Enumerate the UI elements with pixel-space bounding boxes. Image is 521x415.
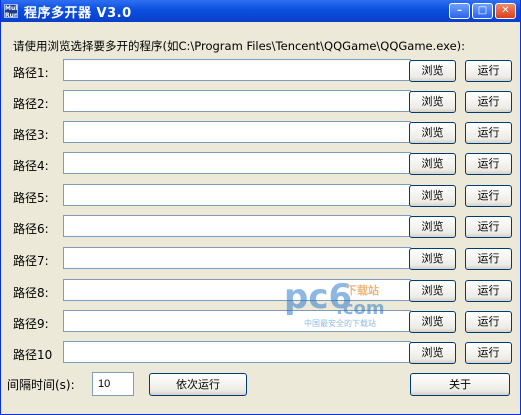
path-label: 路径3:	[13, 128, 49, 142]
sequential-run-button[interactable]: 依次运行	[149, 373, 247, 396]
run-button-1[interactable]: 运行	[465, 60, 512, 82]
close-button[interactable]: ✕	[495, 3, 516, 19]
run-button-6[interactable]: 运行	[465, 216, 512, 238]
path-label: 路径7:	[13, 254, 49, 268]
path-input-5[interactable]	[63, 184, 411, 206]
path-input-7[interactable]	[63, 247, 411, 269]
path-label: 路径4:	[13, 159, 49, 173]
run-button-10[interactable]: 运行	[465, 342, 512, 364]
title-bar[interactable]: Mult Run 程序多开器 V3.0 – □ ✕	[1, 0, 520, 22]
run-button-4[interactable]: 运行	[465, 153, 512, 175]
path-input-10[interactable]	[63, 341, 411, 363]
browse-button-6[interactable]: 浏览	[409, 216, 456, 238]
watermark-subtitle: 中国最安全的下载站	[304, 319, 376, 328]
path-input-4[interactable]	[63, 152, 411, 174]
path-label: 路径6:	[13, 222, 49, 236]
path-row-9: 路径9: 浏览 运行	[13, 310, 513, 334]
path-row-5: 路径5: 浏览 运行	[13, 184, 513, 208]
browse-button-3[interactable]: 浏览	[409, 122, 456, 144]
path-row-2: 路径2: 浏览 运行	[13, 90, 513, 114]
path-input-1[interactable]	[63, 59, 411, 81]
path-row-10: 路径10 浏览 运行	[13, 341, 513, 365]
browse-button-4[interactable]: 浏览	[409, 153, 456, 175]
run-button-8[interactable]: 运行	[465, 280, 512, 302]
path-row-1: 路径1: 浏览 运行	[13, 59, 513, 83]
run-button-3[interactable]: 运行	[465, 122, 512, 144]
browse-button-5[interactable]: 浏览	[409, 185, 456, 207]
browse-button-2[interactable]: 浏览	[409, 91, 456, 113]
path-row-3: 路径3: 浏览 运行	[13, 121, 513, 145]
instruction-text: 请使用浏览选择要多开的程序(如C:\Program Files\Tencent\…	[13, 39, 466, 53]
maximize-button[interactable]: □	[472, 3, 493, 19]
path-label: 路径2:	[13, 97, 49, 111]
interval-input[interactable]	[92, 372, 134, 396]
path-row-7: 路径7: 浏览 运行	[13, 247, 513, 271]
window-controls: – □ ✕	[449, 3, 516, 19]
run-button-2[interactable]: 运行	[465, 91, 512, 113]
run-button-7[interactable]: 运行	[465, 248, 512, 270]
path-label: 路径5:	[13, 191, 49, 205]
path-input-6[interactable]	[63, 215, 411, 237]
path-label: 路径8:	[13, 286, 49, 300]
interval-label: 间隔时间(s):	[7, 378, 75, 392]
about-button[interactable]: 关于	[410, 373, 510, 396]
path-input-2[interactable]	[63, 90, 411, 112]
path-input-3[interactable]	[63, 121, 411, 143]
watermark-com: .com	[336, 298, 385, 319]
app-window: Mult Run 程序多开器 V3.0 – □ ✕ 请使用浏览选择要多开的程序(…	[0, 0, 521, 415]
run-button-9[interactable]: 运行	[465, 311, 512, 333]
path-label: 路径9:	[13, 317, 49, 331]
path-row-8: 路径8: 浏览 运行	[13, 279, 513, 303]
window-title: 程序多开器 V3.0	[24, 5, 132, 21]
path-label: 路径10	[13, 348, 53, 362]
minimize-button[interactable]: –	[449, 3, 470, 19]
watermark-top: 下载站	[346, 284, 379, 297]
browse-button-10[interactable]: 浏览	[409, 342, 456, 364]
pc6-watermark: pc6 下载站 .com 中国最安全的下载站	[284, 280, 434, 330]
browse-button-7[interactable]: 浏览	[409, 248, 456, 270]
browse-button-1[interactable]: 浏览	[409, 60, 456, 82]
path-row-4: 路径4: 浏览 运行	[13, 152, 513, 176]
path-label: 路径1:	[13, 66, 49, 80]
app-icon: Mult Run	[4, 4, 18, 18]
run-button-5[interactable]: 运行	[465, 185, 512, 207]
path-row-6: 路径6: 浏览 运行	[13, 215, 513, 239]
